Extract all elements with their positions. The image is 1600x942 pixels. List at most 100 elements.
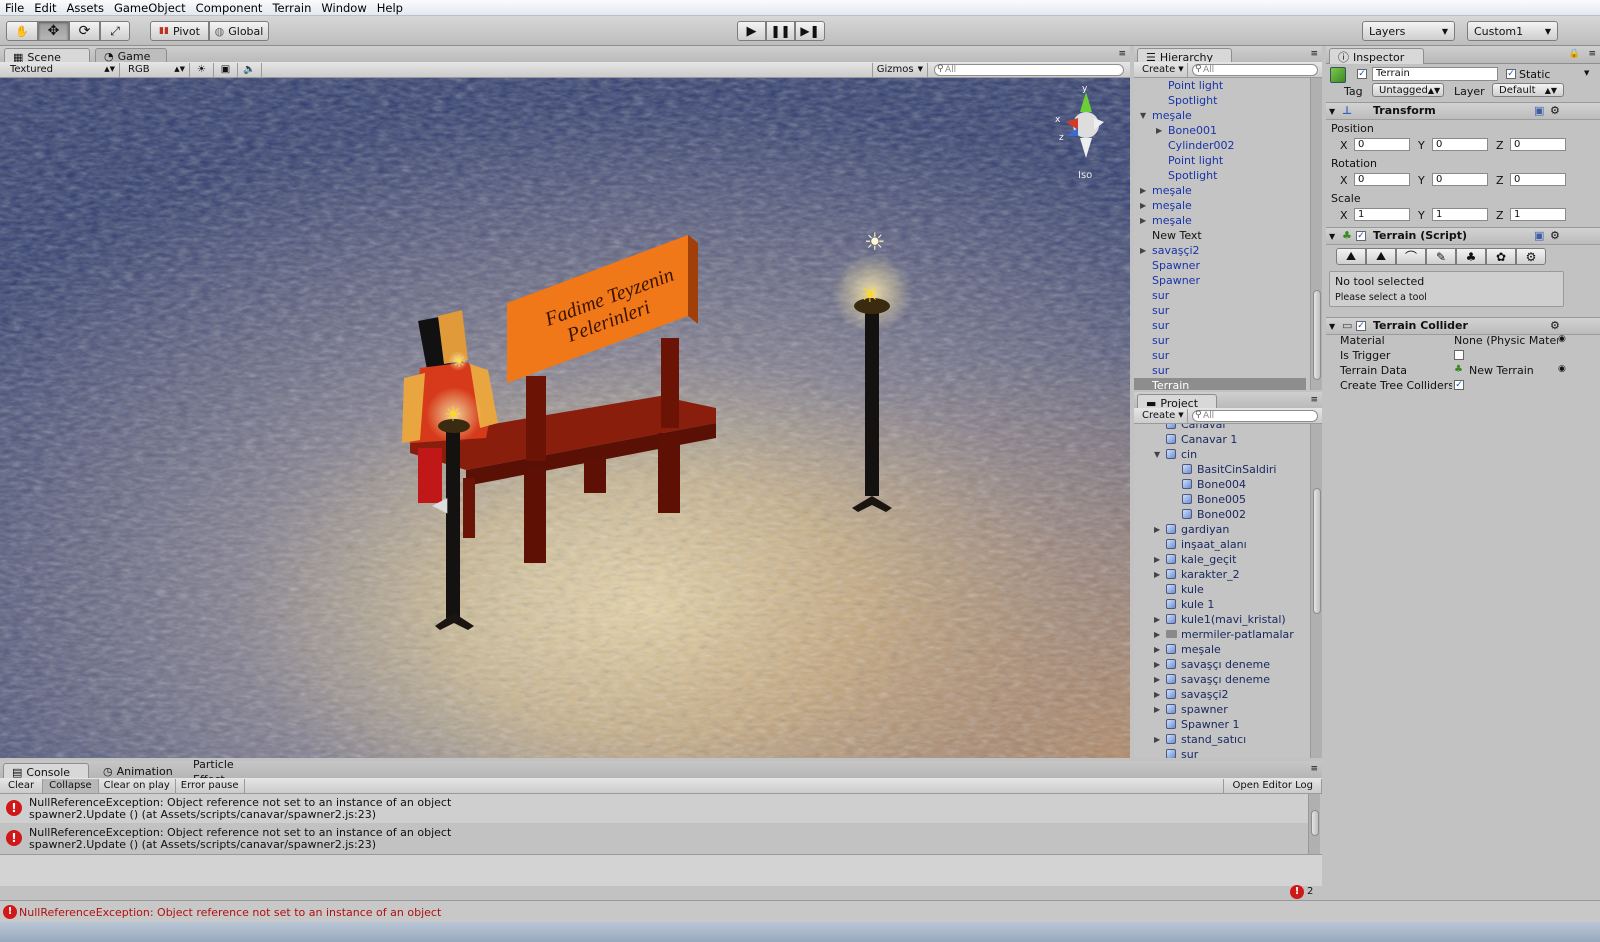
image-toggle[interactable]: ▣ <box>214 62 238 77</box>
panel-menu-icon[interactable]: ≡ <box>1310 49 1318 59</box>
scale-z-field[interactable]: 1 <box>1510 208 1566 221</box>
foldout-closed-icon[interactable]: ▶ <box>1154 642 1160 657</box>
foldout-closed-icon[interactable]: ▶ <box>1154 522 1160 537</box>
error-pause-toggle[interactable]: Error pause <box>176 778 245 793</box>
foldout-open-icon[interactable]: ▼ <box>1140 108 1146 123</box>
gizmos-dropdown[interactable]: Gizmos ▼ <box>871 62 928 77</box>
panel-menu-icon[interactable]: ≡ <box>1310 395 1318 405</box>
menu-item-assets[interactable]: Assets <box>62 1 109 15</box>
foldout-closed-icon[interactable]: ▶ <box>1154 567 1160 582</box>
object-picker-icon[interactable]: ◉ <box>1558 334 1566 344</box>
gear-icon[interactable]: ⚙ <box>1550 228 1560 244</box>
scale-tool-button[interactable]: ⤢ <box>100 21 130 41</box>
hierarchy-item[interactable]: Terrain <box>1134 378 1306 390</box>
menu-item-gameobject[interactable]: GameObject <box>109 1 191 15</box>
console-scrollbar[interactable] <box>1308 794 1320 854</box>
foldout-closed-icon[interactable]: ▶ <box>1140 183 1146 198</box>
layout-dropdown[interactable]: Custom1 ▼ <box>1467 21 1558 41</box>
layer-dropdown[interactable]: Default ▲▼ <box>1492 83 1564 97</box>
help-icon[interactable]: ▣ <box>1534 228 1544 244</box>
menu-item-terrain[interactable]: Terrain <box>267 1 316 15</box>
transform-header[interactable]: ▼ ⊥ Transform ▣ ⚙ <box>1326 102 1600 120</box>
hierarchy-search-input[interactable]: All <box>1192 63 1318 76</box>
panel-menu-icon[interactable]: ≡ <box>1588 49 1596 59</box>
foldout-closed-icon[interactable]: ▶ <box>1140 198 1146 213</box>
status-bar[interactable]: ! NullReferenceException: Object referen… <box>0 900 1600 922</box>
foldout-closed-icon[interactable]: ▶ <box>1154 552 1160 567</box>
console-entry[interactable]: ! NullReferenceException: Object referen… <box>0 824 1308 853</box>
terrain-script-header[interactable]: ▼ ♣ ✓ Terrain (Script) ▣ ⚙ <box>1326 227 1600 245</box>
terrain-settings-tool[interactable]: ⚙ <box>1516 248 1546 265</box>
foldout-closed-icon[interactable]: ▶ <box>1154 702 1160 717</box>
tab-inspector[interactable]: ⓘ Inspector <box>1329 48 1424 65</box>
foldout-closed-icon[interactable]: ▶ <box>1154 657 1160 672</box>
global-toggle[interactable]: ◍ Global <box>209 21 269 41</box>
static-checkbox[interactable]: ✓ <box>1506 69 1516 79</box>
hand-tool-button[interactable]: ✋ <box>6 21 38 41</box>
foldout-closed-icon[interactable]: ▶ <box>1140 213 1146 228</box>
foldout-closed-icon[interactable]: ▶ <box>1154 672 1160 687</box>
scene-search-input[interactable]: All <box>934 63 1124 76</box>
foldout-closed-icon[interactable]: ▶ <box>1154 687 1160 702</box>
smooth-height-tool[interactable]: ⌒ <box>1396 248 1426 265</box>
scale-x-field[interactable]: 1 <box>1354 208 1410 221</box>
help-icon[interactable]: ▣ <box>1534 103 1544 119</box>
position-y-field[interactable]: 0 <box>1432 138 1488 151</box>
rotation-x-field[interactable]: 0 <box>1354 173 1410 186</box>
color-mode-dropdown[interactable]: RGB ▲▼ <box>120 62 190 77</box>
menu-item-file[interactable]: File <box>0 1 29 15</box>
clear-on-play-toggle[interactable]: Clear on play <box>99 778 176 793</box>
foldout-closed-icon[interactable]: ▶ <box>1140 243 1146 258</box>
tab-animation[interactable]: ◷ Animation <box>94 763 174 779</box>
project-scrollbar[interactable] <box>1310 424 1322 758</box>
step-button[interactable]: ▶❚ <box>795 21 825 41</box>
place-trees-tool[interactable]: ♣ <box>1456 248 1486 265</box>
menu-item-window[interactable]: Window <box>316 1 371 15</box>
foldout-closed-icon[interactable]: ▶ <box>1154 732 1160 747</box>
terrain-script-enabled-checkbox[interactable]: ✓ <box>1356 231 1366 241</box>
collider-enabled-checkbox[interactable]: ✓ <box>1356 321 1366 331</box>
lighting-toggle[interactable]: ☀ <box>190 62 214 77</box>
play-button[interactable]: ▶ <box>737 21 766 41</box>
menu-item-help[interactable]: Help <box>372 1 408 15</box>
foldout-closed-icon[interactable]: ▶ <box>1154 627 1160 642</box>
active-checkbox[interactable]: ✓ <box>1357 69 1367 79</box>
terrain-collider-header[interactable]: ▼ ▭ ✓ Terrain Collider ⚙ <box>1326 317 1600 335</box>
move-tool-button[interactable]: ✥ <box>38 21 69 41</box>
open-editor-log-button[interactable]: Open Editor Log <box>1223 778 1322 793</box>
foldout-open-icon[interactable]: ▼ <box>1154 447 1160 462</box>
object-picker-icon[interactable]: ◉ <box>1558 364 1566 374</box>
scale-y-field[interactable]: 1 <box>1432 208 1488 221</box>
paint-details-tool[interactable]: ✿ <box>1486 248 1516 265</box>
object-name-field[interactable]: Terrain <box>1372 67 1498 81</box>
dropdown-arrow-icon[interactable]: ▼ <box>1584 69 1589 77</box>
menu-item-component[interactable]: Component <box>191 1 268 15</box>
is-trigger-checkbox[interactable] <box>1454 350 1464 360</box>
panel-menu-icon[interactable]: ≡ <box>1118 49 1126 59</box>
panel-menu-icon[interactable]: ≡ <box>1310 764 1318 774</box>
pivot-toggle[interactable]: ▮▮ Pivot <box>150 21 209 41</box>
scene-view[interactable]: Fadime Teyzenin Pelerinleri ☀ ☀ ◀ ☀ ☀ y … <box>0 78 1130 758</box>
layers-dropdown[interactable]: Layers ▼ <box>1362 21 1455 41</box>
scroll-thumb[interactable] <box>1311 810 1319 836</box>
tab-particle-effect[interactable]: Particle Effect <box>184 758 274 786</box>
terrain-data-field[interactable]: New Terrain <box>1469 364 1534 377</box>
collapse-toggle[interactable]: Collapse <box>43 778 99 793</box>
rotate-tool-button[interactable]: ⟳ <box>69 21 100 41</box>
clear-button[interactable]: Clear <box>0 778 44 793</box>
scroll-thumb[interactable] <box>1313 290 1321 380</box>
gear-icon[interactable]: ⚙ <box>1550 103 1560 119</box>
hierarchy-create-dropdown[interactable]: Create ▼ <box>1134 62 1188 77</box>
paint-texture-tool[interactable]: ✎ <box>1426 248 1456 265</box>
rotation-y-field[interactable]: 0 <box>1432 173 1488 186</box>
foldout-closed-icon[interactable]: ▶ <box>1154 612 1160 627</box>
audio-toggle[interactable]: 🔈 <box>238 62 262 77</box>
pause-button[interactable]: ❚❚ <box>766 21 795 41</box>
position-x-field[interactable]: 0 <box>1354 138 1410 151</box>
project-search-input[interactable]: All <box>1192 409 1318 422</box>
foldout-closed-icon[interactable]: ▶ <box>1156 123 1162 138</box>
raise-terrain-tool[interactable]: ⛰ <box>1336 248 1366 265</box>
project-create-dropdown[interactable]: Create ▼ <box>1134 408 1188 423</box>
position-z-field[interactable]: 0 <box>1510 138 1566 151</box>
paint-height-tool[interactable]: ⛰ <box>1366 248 1396 265</box>
